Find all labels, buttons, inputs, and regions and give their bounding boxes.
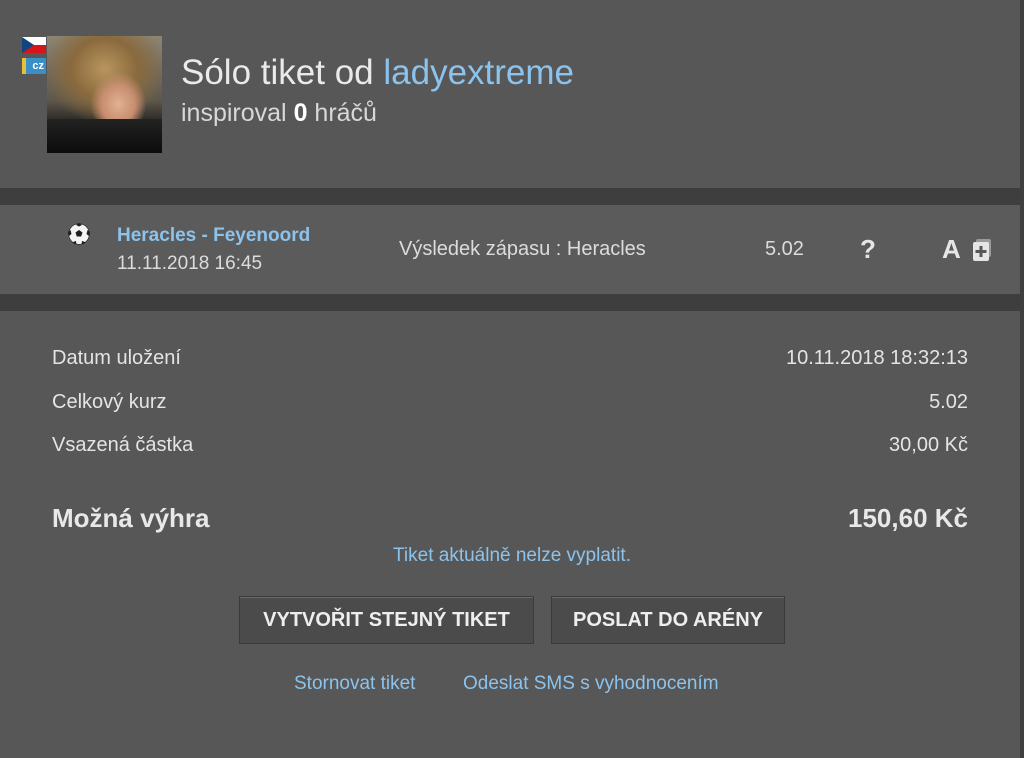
- ticket-summary: Datum uložení 10.11.2018 18:32:13 Celkov…: [0, 311, 1020, 758]
- soccer-ball-icon: [68, 223, 90, 245]
- divider: [0, 188, 1020, 205]
- czech-flag-icon: [22, 37, 46, 53]
- question-icon[interactable]: ?: [858, 235, 878, 263]
- match-datetime: 11.11.2018 16:45: [117, 253, 263, 274]
- stake-label: Vsazená částka: [52, 434, 194, 456]
- send-sms-link[interactable]: Odeslat SMS s vyhodnocením: [463, 673, 719, 695]
- bet-row: Heracles - Feyenoord 11.11.2018 16:45 Vý…: [0, 205, 1020, 294]
- subtitle-suffix: hráčů: [314, 99, 377, 127]
- card-icon[interactable]: [973, 239, 993, 261]
- inspired-count-line: inspiroval 0 hráčů: [181, 99, 377, 128]
- send-to-arena-button[interactable]: POSLAT DO ARÉNY: [551, 596, 785, 644]
- total-odds-value: 5.02: [929, 391, 968, 413]
- bet-odds: 5.02: [765, 238, 804, 260]
- stake-value: 30,00 Kč: [889, 434, 968, 456]
- bet-tip: Výsledek zápasu : Heracles: [399, 238, 646, 260]
- inspired-count: 0: [293, 99, 308, 127]
- a-icon[interactable]: A: [942, 235, 966, 263]
- frame-border: [1020, 0, 1024, 758]
- page-title: Sólo tiket od ladyextreme: [181, 53, 574, 93]
- avatar-shirt: [47, 119, 162, 153]
- subtitle-prefix: inspiroval: [181, 99, 287, 127]
- total-odds-label: Celkový kurz: [52, 391, 167, 413]
- saved-date-label: Datum uložení: [52, 347, 181, 369]
- divider: [0, 294, 1020, 311]
- country-badge: cz: [22, 58, 46, 74]
- match-link[interactable]: Heracles - Feyenoord: [117, 225, 310, 247]
- title-prefix: Sólo tiket od: [181, 53, 374, 92]
- cancel-ticket-link[interactable]: Stornovat tiket: [294, 673, 415, 695]
- saved-date-value: 10.11.2018 18:32:13: [785, 347, 968, 369]
- possible-win-value: 150,60 Kč: [848, 503, 968, 533]
- ticket-header: cz Sólo tiket od ladyextreme inspiroval …: [0, 0, 1020, 188]
- avatar[interactable]: [47, 36, 162, 153]
- payout-notice[interactable]: Tiket aktuálně nelze vyplatit.: [0, 545, 1024, 567]
- copy-ticket-button[interactable]: VYTVOŘIT STEJNÝ TIKET: [239, 596, 534, 644]
- username-link[interactable]: ladyextreme: [383, 53, 574, 92]
- possible-win-label: Možná výhra: [52, 503, 210, 533]
